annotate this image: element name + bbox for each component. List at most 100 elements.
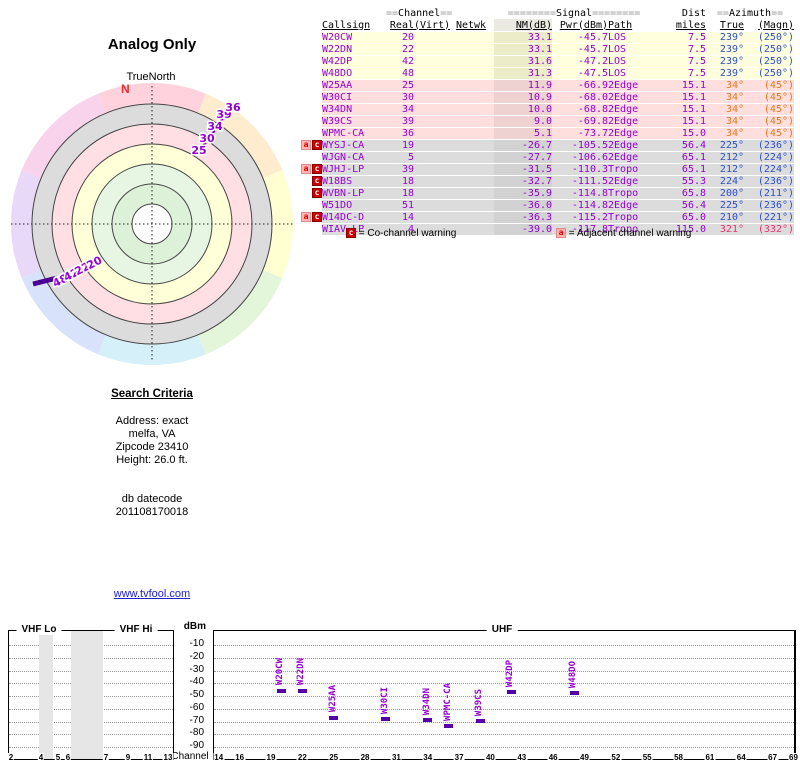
cell-pwr: -68.8 [552, 103, 609, 116]
signal-bar [423, 717, 433, 722]
cell-netwk [448, 139, 495, 152]
signal-bar [381, 716, 391, 721]
cell-true: 225° [706, 199, 745, 212]
table-row: c WVBN-LP 18 -35.9 -114.8 Tropo 65.8 200° (211°) [296, 187, 795, 200]
cell-callsign: W22DN [322, 43, 386, 56]
channel-tick-label: 28 [359, 753, 371, 762]
cell-virt [414, 127, 448, 140]
channel-tick-label: 40 [484, 753, 496, 762]
gridline [214, 734, 794, 736]
col-path: Path [608, 19, 633, 31]
cell-real: 14 [386, 211, 414, 224]
channel-tick-label: 14 [213, 753, 225, 762]
cell-netwk [448, 31, 495, 44]
north-n-marker: N [121, 82, 130, 96]
cell-nm: -32.7 [494, 175, 553, 188]
cell-true: 224° [706, 175, 745, 188]
cell-magn: (45°) [744, 127, 795, 140]
cell-real: 18 [386, 187, 414, 200]
gridline [214, 645, 794, 646]
cell-magn: (45°) [744, 79, 795, 92]
table-column-header-row: Callsign Real (Virt) Netwk NM(dB) Pwr(dB… [296, 19, 794, 32]
text-line: Zipcode 23410 [115, 441, 189, 453]
cell-pwr: -106.6 [552, 151, 609, 164]
cell-real: 30 [386, 91, 414, 104]
cell-pwr: -114.8 [552, 187, 609, 200]
site-link-wrap: www.tvfool.com [52, 588, 252, 600]
cell-path: LOS [608, 43, 655, 56]
signal-callsign-label: W48DO [568, 660, 579, 688]
cell-miles: 15.1 [654, 91, 707, 104]
radar-channel-label: 25 [191, 144, 206, 157]
dbm-tick-label: -50 [189, 689, 204, 700]
cell-virt [414, 55, 448, 68]
warning-cell [296, 115, 322, 128]
cell-callsign: W51DO [322, 199, 386, 212]
cell-callsign: W34DN [322, 103, 386, 116]
non-tv-band [71, 631, 103, 759]
warning-cell [296, 199, 322, 212]
cell-path: 2Edge [608, 103, 655, 116]
cell-real: 51 [386, 199, 414, 212]
dist-group-header: Dist [681, 8, 707, 19]
dbm-tick-label: -40 [189, 676, 204, 688]
channel-tick-label: 67 [767, 753, 779, 762]
cell-virt [414, 91, 448, 104]
radar-channel-label: 30 [199, 132, 215, 145]
table-row: W34DN 34 10.0 -68.8 2Edge 15.1 34° (45°) [296, 103, 795, 116]
col-real: Real [389, 19, 414, 31]
cell-netwk [448, 151, 495, 164]
cell-real: 48 [386, 67, 414, 80]
cell-virt [414, 199, 448, 212]
cell-netwk [448, 127, 495, 140]
col-true: True [719, 19, 745, 31]
warning-cell: ac [296, 163, 322, 176]
cell-true: 239° [706, 31, 745, 44]
cell-true: 239° [706, 43, 745, 56]
cell-callsign: W25AA [322, 79, 386, 92]
channel-tick-label: 22 [296, 753, 308, 762]
table-row: W30CI 30 10.9 -68.0 2Edge 15.1 34° (45°) [296, 91, 795, 104]
channel-tick-label: 9 [124, 753, 132, 762]
signal-group-header: ========Signal======== [507, 8, 641, 19]
cell-pwr: -111.5 [552, 175, 609, 188]
cell-real: 5 [386, 151, 414, 164]
cell-magn: (236°) [744, 175, 795, 188]
true-north-label: TrueNorth [126, 71, 176, 83]
signal-table: ==Channel== ========Signal======== Dist … [296, 8, 795, 235]
warning-cell: c [296, 175, 322, 188]
search-criteria-title: Search Criteria [111, 388, 193, 400]
cell-virt [414, 211, 448, 224]
channel-tick-label: 6 [64, 753, 72, 762]
gridline [214, 708, 794, 710]
channel-tick-label: 37 [453, 753, 465, 762]
tvfool-link[interactable]: www.tvfool.com [114, 588, 190, 600]
adjacent-channel-legend-text: = Adjacent channel warning [568, 228, 692, 239]
non-tv-band [39, 631, 53, 759]
cell-netwk [448, 211, 495, 224]
col-magn: (Magn) [757, 19, 795, 31]
warning-cell: ac [296, 139, 322, 152]
table-row: W20CW 20 33.1 -45.7 LOS 7.5 239° (250°) [296, 31, 795, 44]
channel-axis-title: Channel [171, 751, 209, 762]
cell-callsign: W42DP [322, 55, 386, 68]
warning-cell: ac [296, 211, 322, 224]
cell-miles: 7.5 [654, 31, 707, 44]
col-nm: NM(dB) [494, 19, 553, 32]
cell-magn: (250°) [744, 31, 795, 44]
col-pwr: Pwr(dBm) [559, 19, 609, 31]
cell-pwr: -66.9 [552, 79, 609, 92]
signal-callsign-label: W22DN [296, 658, 307, 686]
signal-callsign-label: WPMC-CA [442, 683, 453, 722]
cell-magn: (250°) [744, 67, 795, 80]
channel-tick-label: 49 [579, 753, 590, 762]
cell-callsign: W18BS [322, 175, 386, 188]
signal-callsign-label: W42DP [505, 660, 516, 688]
cell-miles: 55.3 [654, 175, 707, 188]
cell-true: 34° [706, 127, 745, 140]
cell-path: Tropo [608, 187, 655, 200]
cell-miles: 65.0 [654, 211, 707, 224]
signal-bar [475, 719, 485, 724]
cell-true: 239° [706, 55, 745, 68]
cell-virt [414, 67, 448, 80]
